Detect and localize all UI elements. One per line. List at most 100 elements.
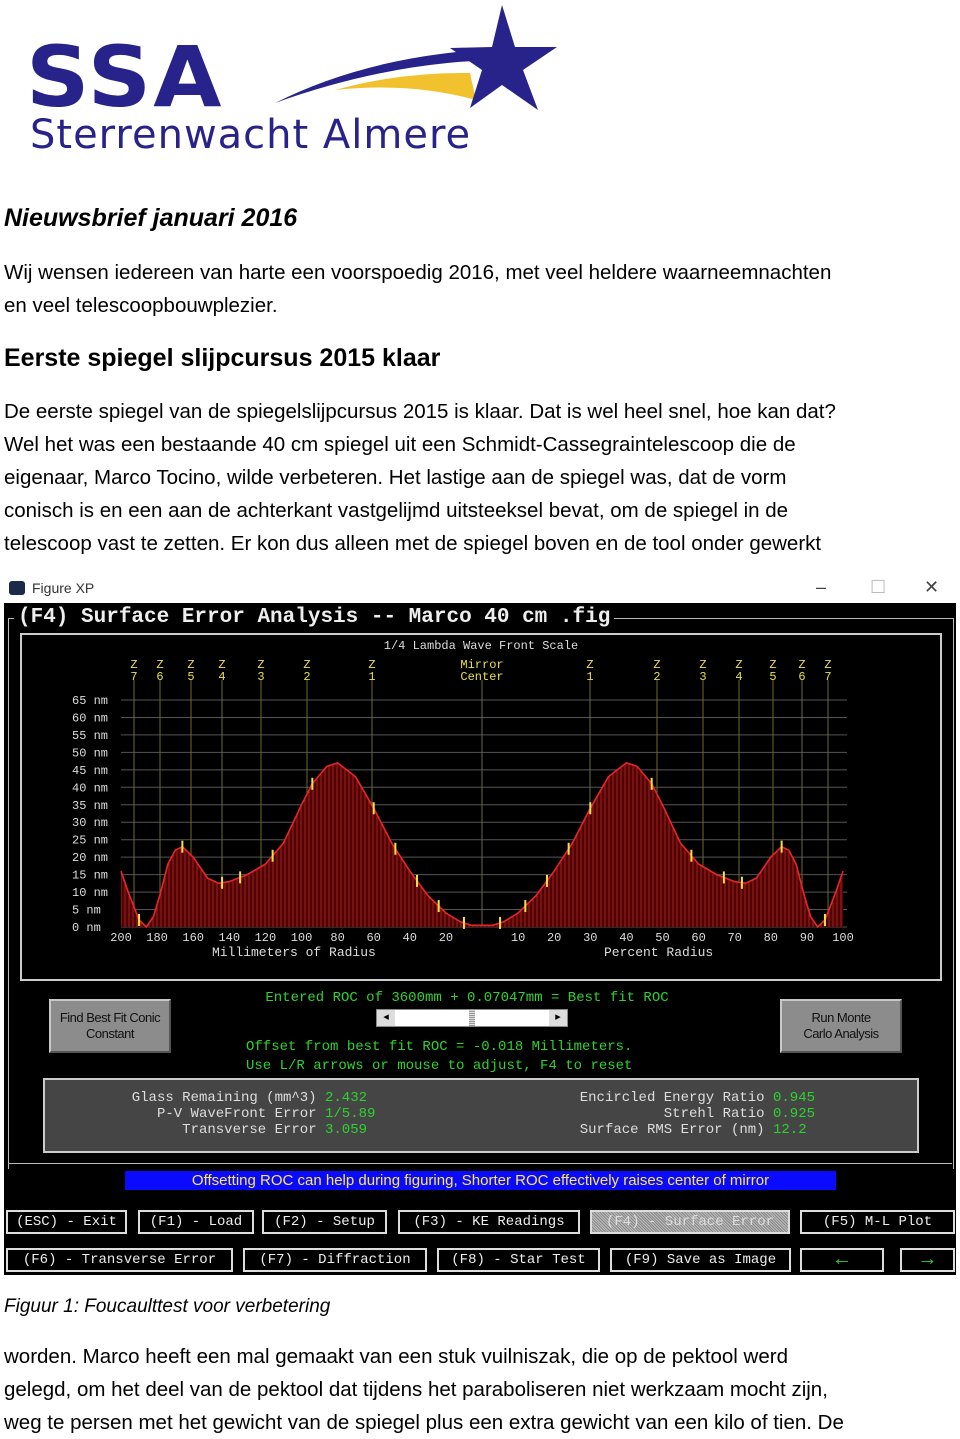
zone-label: 2 xyxy=(303,670,310,684)
y-tick-label: 65 nm xyxy=(72,694,108,708)
transverse-error-value: 3.059 xyxy=(325,1122,368,1138)
x-tick-label-left: 60 xyxy=(366,931,380,945)
arrow-right-button[interactable]: → xyxy=(900,1248,955,1272)
y-tick-label: 25 nm xyxy=(72,834,108,848)
text-line: worden. Marco heeft een mal gemaakt van … xyxy=(4,1345,788,1368)
zone-label: 6 xyxy=(156,670,163,684)
text-line: telescoop vast te zetten. Er kon dus all… xyxy=(4,532,822,555)
slider-right-arrow[interactable]: ▸ xyxy=(549,1010,567,1026)
x-tick-label-right: 100 xyxy=(832,931,854,945)
zone-label: 6 xyxy=(798,670,805,684)
transverse-error-button[interactable]: (F6) - Transverse Error xyxy=(6,1248,233,1272)
zone-label: 3 xyxy=(257,670,264,684)
mirror-center-label: Center xyxy=(460,670,503,684)
stats-left: Glass Remaining (mm^3) 2.432 P-V WaveFro… xyxy=(132,1090,377,1138)
x-tick-label-right: 50 xyxy=(655,931,669,945)
stats-right: Encircled Energy Ratio 0.945 Strehl Rati… xyxy=(580,1090,817,1138)
offset-text: Offset from best fit ROC = -0.018 Millim… xyxy=(246,1039,633,1055)
exit-button[interactable]: (ESC) - Exit xyxy=(6,1210,127,1234)
intro-paragraph: Wij wensen iedereen van harte een voorsp… xyxy=(4,256,831,322)
strehl-ratio-label: Strehl Ratio xyxy=(663,1106,765,1122)
glass-remaining-label: Glass Remaining (mm^3) xyxy=(131,1090,317,1106)
stats-panel: Glass Remaining (mm^3) 2.432 P-V WaveFro… xyxy=(43,1078,919,1153)
x-tick-label-right: 90 xyxy=(800,931,814,945)
find-best-fit-conic-button[interactable]: Find Best Fit Conic Constant xyxy=(49,999,171,1053)
x-tick-label-left: 200 xyxy=(110,931,132,945)
zone-label: 5 xyxy=(187,670,194,684)
pv-error-value: 1/5.89 xyxy=(325,1106,376,1122)
load-button[interactable]: (F1) - Load xyxy=(138,1210,254,1234)
text-line: gelegd, om het deel van de pektool dat t… xyxy=(4,1378,828,1401)
surface-error-chart: 65 nm60 nm55 nm50 nm45 nm40 nm35 nm30 nm… xyxy=(72,658,854,945)
logo: SSA Sterrenwacht Almere xyxy=(0,0,580,170)
zone-label: 1 xyxy=(368,670,375,684)
y-tick-label: 35 nm xyxy=(72,799,108,813)
x-tick-label-left: 80 xyxy=(330,931,344,945)
x-tick-label-left: 160 xyxy=(182,931,204,945)
x-tick-label-right: 70 xyxy=(727,931,741,945)
x-tick-label-left: 180 xyxy=(146,931,168,945)
y-tick-label: 50 nm xyxy=(72,746,108,760)
y-tick-label: 60 nm xyxy=(72,711,108,725)
x-tick-label-right: 60 xyxy=(691,931,705,945)
roc-slider[interactable]: ◂ ▸ xyxy=(376,1009,568,1027)
zone-label: 1 xyxy=(586,670,593,684)
y-tick-label: 0 nm xyxy=(72,921,101,935)
text-line: De eerste spiegel van de spiegelslijpcur… xyxy=(4,400,836,423)
text-line: weg te persen met het gewicht van de spi… xyxy=(4,1411,844,1434)
y-tick-label: 5 nm xyxy=(72,904,101,918)
pv-error-label: P-V WaveFront Error xyxy=(156,1106,317,1122)
figure-caption: Figuur 1: Foucaulttest voor verbetering xyxy=(4,1296,331,1317)
newsletter-title: Nieuwsbrief januari 2016 xyxy=(4,204,298,232)
y-tick-label: 30 nm xyxy=(72,816,108,830)
glass-remaining-value: 2.432 xyxy=(325,1090,368,1106)
x-axis-title-left: Millimeters of Radius xyxy=(212,945,376,960)
rms-error-value: 12.2 xyxy=(773,1122,807,1138)
x-tick-label-right: 20 xyxy=(547,931,561,945)
zone-label: 2 xyxy=(653,670,660,684)
section-paragraph: De eerste spiegel van de spiegelslijpcur… xyxy=(4,395,836,560)
closing-paragraph: worden. Marco heeft een mal gemaakt van … xyxy=(4,1340,844,1439)
roc-text: Entered ROC of 3600mm + 0.07047mm = Best… xyxy=(265,990,669,1006)
rms-error-label: Surface RMS Error (nm) xyxy=(579,1122,765,1138)
ml-plot-button[interactable]: (F5) M-L Plot xyxy=(800,1210,955,1234)
x-tick-label-left: 140 xyxy=(218,931,240,945)
y-tick-label: 10 nm xyxy=(72,886,108,900)
surface-error-button[interactable]: (F4) - Surface Error xyxy=(590,1210,790,1234)
x-tick-label-left: 40 xyxy=(403,931,417,945)
x-tick-label-right: 80 xyxy=(764,931,778,945)
tip-banner: Offsetting ROC can help during figuring,… xyxy=(125,1171,836,1190)
x-axis-title-right: Percent Radius xyxy=(604,945,714,960)
text-line: conisch is en een aan de achterkant vast… xyxy=(4,499,789,522)
x-tick-label-left: 20 xyxy=(439,931,453,945)
text-line: en veel telescoopbouwplezier. xyxy=(4,294,278,317)
figure-window: Figure XP – ☐ ✕ (F4) Surface Error Analy… xyxy=(4,575,956,1275)
ke-readings-button[interactable]: (F3) - KE Readings xyxy=(398,1210,580,1234)
text-line: Wij wensen iedereen van harte een voorsp… xyxy=(4,261,832,284)
y-tick-label: 45 nm xyxy=(72,764,108,778)
y-tick-label: 15 nm xyxy=(72,869,108,883)
y-tick-label: 40 nm xyxy=(72,781,108,795)
diffraction-button[interactable]: (F7) - Diffraction xyxy=(243,1248,427,1272)
zone-label: 5 xyxy=(769,670,776,684)
x-tick-label-left: 120 xyxy=(255,931,277,945)
star-test-button[interactable]: (F8) - Star Test xyxy=(437,1248,600,1272)
transverse-error-label: Transverse Error xyxy=(182,1122,317,1138)
run-monte-carlo-button[interactable]: Run Monte Carlo Analysis xyxy=(780,999,902,1053)
scale-label: 1/4 Lambda Wave Front Scale xyxy=(383,639,579,653)
save-image-button[interactable]: (F9) Save as Image xyxy=(610,1248,791,1272)
setup-button[interactable]: (F2) - Setup xyxy=(262,1210,387,1234)
logo-name: Sterrenwacht Almere xyxy=(30,112,472,158)
section-title: Eerste spiegel slijpcursus 2015 klaar xyxy=(4,344,441,372)
text-line: Wel het was een bestaande 40 cm spiegel … xyxy=(4,433,796,456)
slider-left-arrow[interactable]: ◂ xyxy=(377,1010,395,1026)
adjust-text: Use L/R arrows or mouse to adjust, F4 to… xyxy=(246,1058,633,1074)
encircled-energy-label: Encircled Energy Ratio xyxy=(579,1090,765,1106)
text-line: eigenaar, Marco Tocino, wilde verbeteren… xyxy=(4,466,787,489)
slider-thumb[interactable] xyxy=(469,1010,475,1026)
strehl-ratio-value: 0.925 xyxy=(773,1106,816,1122)
zone-label: 3 xyxy=(699,670,706,684)
zone-label: 4 xyxy=(218,670,225,684)
x-tick-label-right: 30 xyxy=(583,931,597,945)
arrow-left-button[interactable]: ← xyxy=(800,1248,884,1272)
